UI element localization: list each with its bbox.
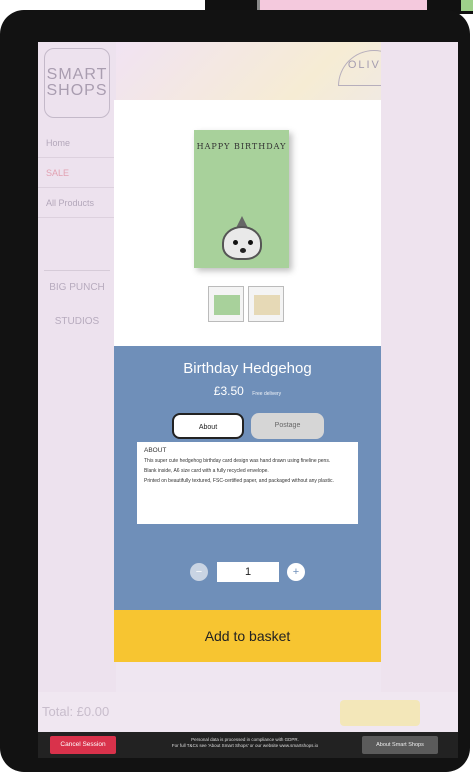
nose-icon [240,248,246,253]
add-to-basket-button[interactable]: Add to basket [114,610,381,662]
thumbnail-2[interactable] [248,286,284,322]
product-price: £3.50 [213,384,244,398]
store-sidebar: SMART SHOPS Home SALE All Products BIG P… [38,42,116,692]
eye-icon [248,240,253,245]
product-modal: HAPPY BIRTHDAY Birthday Hedgehog £3.50 F… [114,100,381,662]
store-logo: SMART SHOPS [44,48,110,118]
about-description: ABOUT This super cute hedgehog birthday … [137,442,358,524]
menu-item-sale: SALE [38,158,116,188]
quantity-stepper: − + [114,562,381,582]
store-menu: Home SALE All Products [38,128,116,218]
green-card-edge [461,0,473,11]
product-info-panel: Birthday Hedgehog £3.50 Free delivery Ab… [114,346,381,610]
about-smart-shops-button[interactable]: About Smart Shops [362,736,438,754]
card-title: HAPPY BIRTHDAY [196,142,287,151]
thumbnail-strip [208,286,284,322]
product-name: Birthday Hedgehog [183,360,312,377]
about-line: Printed on beautifully textured, FSC-cer… [144,478,334,484]
brand-logo: BIG PUNCH STUDIOS [44,270,110,327]
decrease-quantity-button[interactable]: − [190,563,208,581]
hedgehog-illustration [222,226,262,260]
about-line: Blank inside, A6 size card with a fully … [144,468,269,474]
basket-total: Total: £0.00 [42,704,110,719]
quantity-input[interactable] [217,562,279,582]
price-row: £3.50 Free delivery [114,382,381,400]
tablet-frame: OLIVER SMART SHOPS Home SALE All Product… [0,10,470,772]
cancel-session-button[interactable]: Cancel Session [50,736,116,754]
increase-quantity-button[interactable]: + [287,563,305,581]
delivery-note: Free delivery [252,391,282,397]
checkout-button [340,700,420,726]
about-heading: ABOUT [144,447,167,454]
gdpr-notice: Personal data is processed in compliance… [171,737,319,748]
about-line: This super cute hedgehog birthday card d… [144,458,331,464]
product-image: HAPPY BIRTHDAY [194,130,289,268]
eye-icon [233,240,238,245]
session-bar: Cancel Session Personal data is processe… [38,732,458,758]
menu-item-all-products: All Products [38,188,116,218]
tab-about[interactable]: About [172,413,244,439]
menu-item-home: Home [38,128,116,158]
tab-postage[interactable]: Postage [251,413,324,439]
screen: OLIVER SMART SHOPS Home SALE All Product… [38,42,458,758]
store-logo-text: SMART SHOPS [46,66,108,99]
store-product-column [381,42,458,692]
thumbnail-1[interactable] [208,286,244,322]
